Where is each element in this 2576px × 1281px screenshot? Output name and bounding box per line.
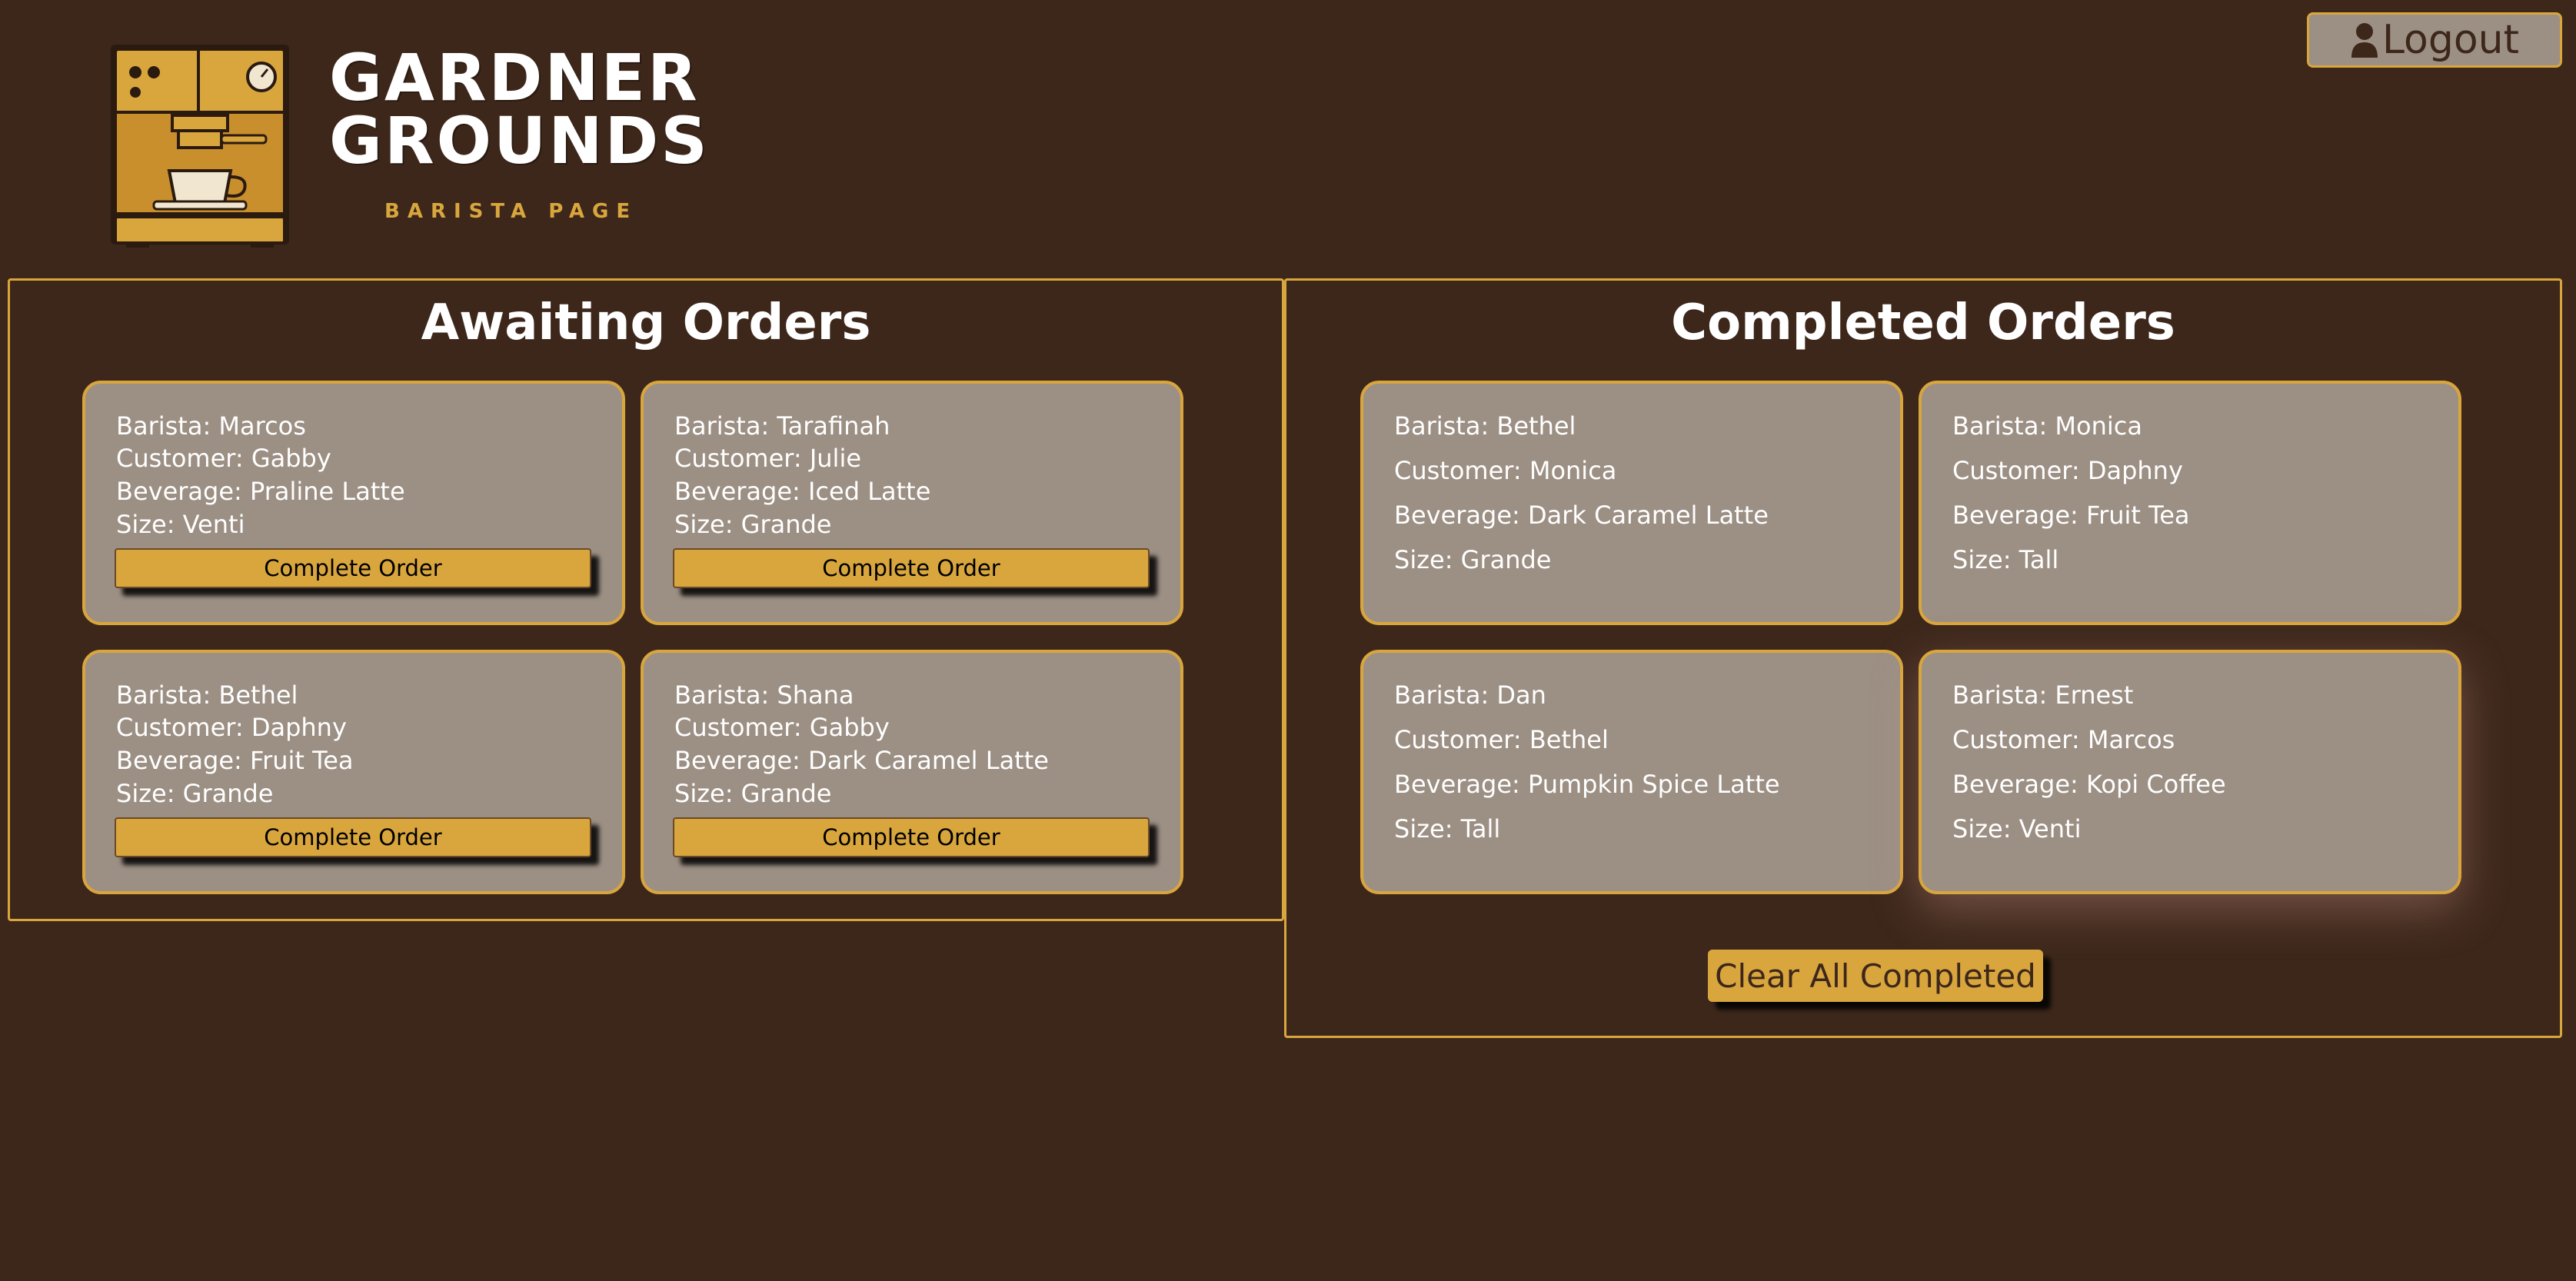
awaiting-orders-panel: Awaiting Orders Barista: Marcos Customer… (8, 278, 1284, 921)
order-customer: Customer: Gabby (116, 444, 331, 473)
completed-orders-title: Completed Orders (1671, 294, 2175, 351)
order-customer: Customer: Daphny (1952, 456, 2183, 485)
order-beverage: Beverage: Fruit Tea (1952, 501, 2190, 530)
order-customer: Customer: Gabby (674, 713, 890, 742)
logo-line-2: GROUNDS (329, 103, 710, 178)
order-barista: Barista: Dan (1394, 680, 1546, 710)
order-size: Size: Venti (1952, 814, 2082, 843)
order-beverage: Beverage: Praline Latte (116, 477, 405, 506)
completed-order-card: Barista: Dan Customer: Bethel Beverage: … (1360, 650, 1903, 894)
completed-orders-panel: Completed Orders Barista: Bethel Custome… (1284, 278, 2562, 1038)
order-card: Barista: Marcos Customer: Gabby Beverage… (82, 381, 625, 625)
completed-order-card: Barista: Monica Customer: Daphny Beverag… (1919, 381, 2461, 625)
order-customer: Customer: Marcos (1952, 725, 2175, 754)
order-size: Size: Grande (1394, 545, 1552, 574)
complete-order-button[interactable]: Complete Order (673, 548, 1150, 588)
order-barista: Barista: Tarafinah (674, 411, 890, 441)
order-size: Size: Tall (1394, 814, 1501, 843)
logo-subtitle: BARISTA PAGE (384, 200, 638, 223)
order-beverage: Beverage: Kopi Coffee (1952, 770, 2226, 799)
order-barista: Barista: Bethel (116, 680, 298, 710)
order-customer: Customer: Monica (1394, 456, 1617, 485)
order-barista: Barista: Bethel (1394, 411, 1576, 441)
order-barista: Barista: Ernest (1952, 680, 2134, 710)
complete-order-button[interactable]: Complete Order (115, 817, 591, 857)
order-size: Size: Grande (116, 779, 274, 808)
order-size: Size: Grande (674, 779, 832, 808)
completed-order-card: Barista: Bethel Customer: Monica Beverag… (1360, 381, 1903, 625)
order-customer: Customer: Julie (674, 444, 862, 473)
order-customer: Customer: Daphny (116, 713, 347, 742)
order-size: Size: Grande (674, 510, 832, 539)
order-size: Size: Venti (116, 510, 245, 539)
awaiting-orders-title: Awaiting Orders (421, 294, 871, 351)
completed-order-card: Barista: Ernest Customer: Marcos Beverag… (1919, 650, 2461, 894)
logo-line-1: GARDNER (329, 40, 700, 115)
order-beverage: Beverage: Fruit Tea (116, 746, 354, 775)
order-barista: Barista: Marcos (116, 411, 306, 441)
order-beverage: Beverage: Pumpkin Spice Latte (1394, 770, 1780, 799)
complete-order-button[interactable]: Complete Order (673, 817, 1150, 857)
order-beverage: Beverage: Dark Caramel Latte (674, 746, 1049, 775)
order-beverage: Beverage: Dark Caramel Latte (1394, 501, 1769, 530)
espresso-machine-icon (111, 45, 289, 248)
logout-button[interactable]: Logout (2307, 12, 2562, 68)
order-size: Size: Tall (1952, 545, 2059, 574)
order-beverage: Beverage: Iced Latte (674, 477, 931, 506)
order-card: Barista: Bethel Customer: Daphny Beverag… (82, 650, 625, 894)
clear-all-completed-button[interactable]: Clear All Completed (1708, 950, 2043, 1002)
order-card: Barista: Shana Customer: Gabby Beverage:… (641, 650, 1183, 894)
complete-order-button[interactable]: Complete Order (115, 548, 591, 588)
order-barista: Barista: Shana (674, 680, 854, 710)
logo-wordmark: GARDNER GROUNDS (329, 40, 710, 178)
order-barista: Barista: Monica (1952, 411, 2142, 441)
order-card: Barista: Tarafinah Customer: Julie Bever… (641, 381, 1183, 625)
barista-page: Logout GARDNER GROUNDS BARISTA PAGE Awai… (0, 0, 2576, 1281)
order-customer: Customer: Bethel (1394, 725, 1609, 754)
user-icon (2351, 23, 2378, 58)
logout-label: Logout (2381, 17, 2520, 63)
